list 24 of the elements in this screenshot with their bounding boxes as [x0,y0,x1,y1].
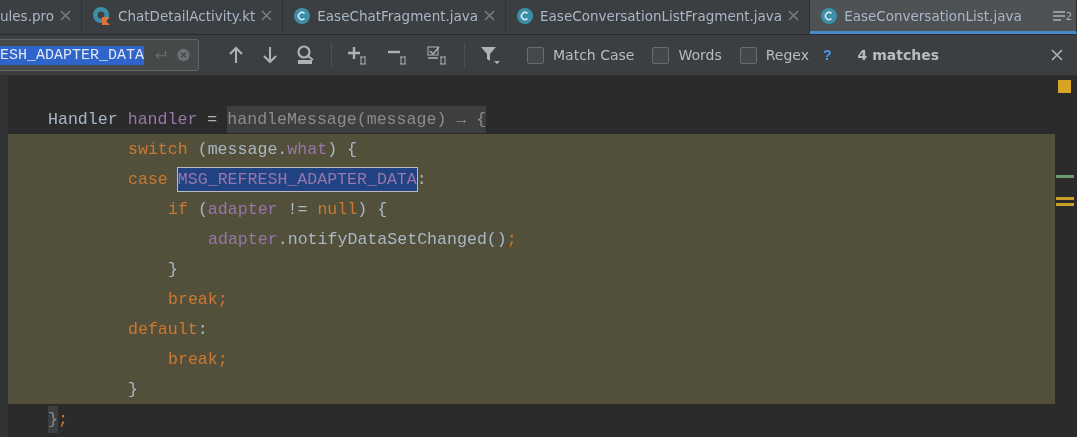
match-count: 4 matches [857,47,939,63]
code-line: }; [8,404,1055,434]
occurrence-marker [1056,203,1074,206]
option-checkbox[interactable]: Words [652,46,722,64]
search-field[interactable]: ESH_ADAPTER_DATA [0,39,199,71]
arrow-down-icon[interactable] [260,44,280,66]
kotlin-class-icon [92,5,113,26]
hidden-tabs-button[interactable]: 2 [1051,9,1072,22]
help-button[interactable]: ? [817,46,838,64]
warning-status-icon [1058,80,1071,93]
class-icon [293,6,312,25]
editor-tab[interactable]: ChatDetailActivity.kt [82,0,284,34]
class-icon [516,6,535,25]
option-checkbox[interactable]: Regex [739,46,809,64]
editor-tab[interactable]: EaseConversationList.java 2 [810,0,1077,34]
enter-icon [154,48,167,62]
editor-tab[interactable]: ules.pro [0,0,83,34]
class-icon [820,6,839,25]
change-marker [1056,175,1074,178]
occurrence-marker [1056,197,1074,200]
close-icon [1051,49,1063,61]
editor-tab[interactable]: EaseChatFragment.java [283,0,507,34]
option-checkbox[interactable]: Match Case [527,46,635,64]
code-line: Handler handler = handleMessage(message) → { [8,104,1055,134]
